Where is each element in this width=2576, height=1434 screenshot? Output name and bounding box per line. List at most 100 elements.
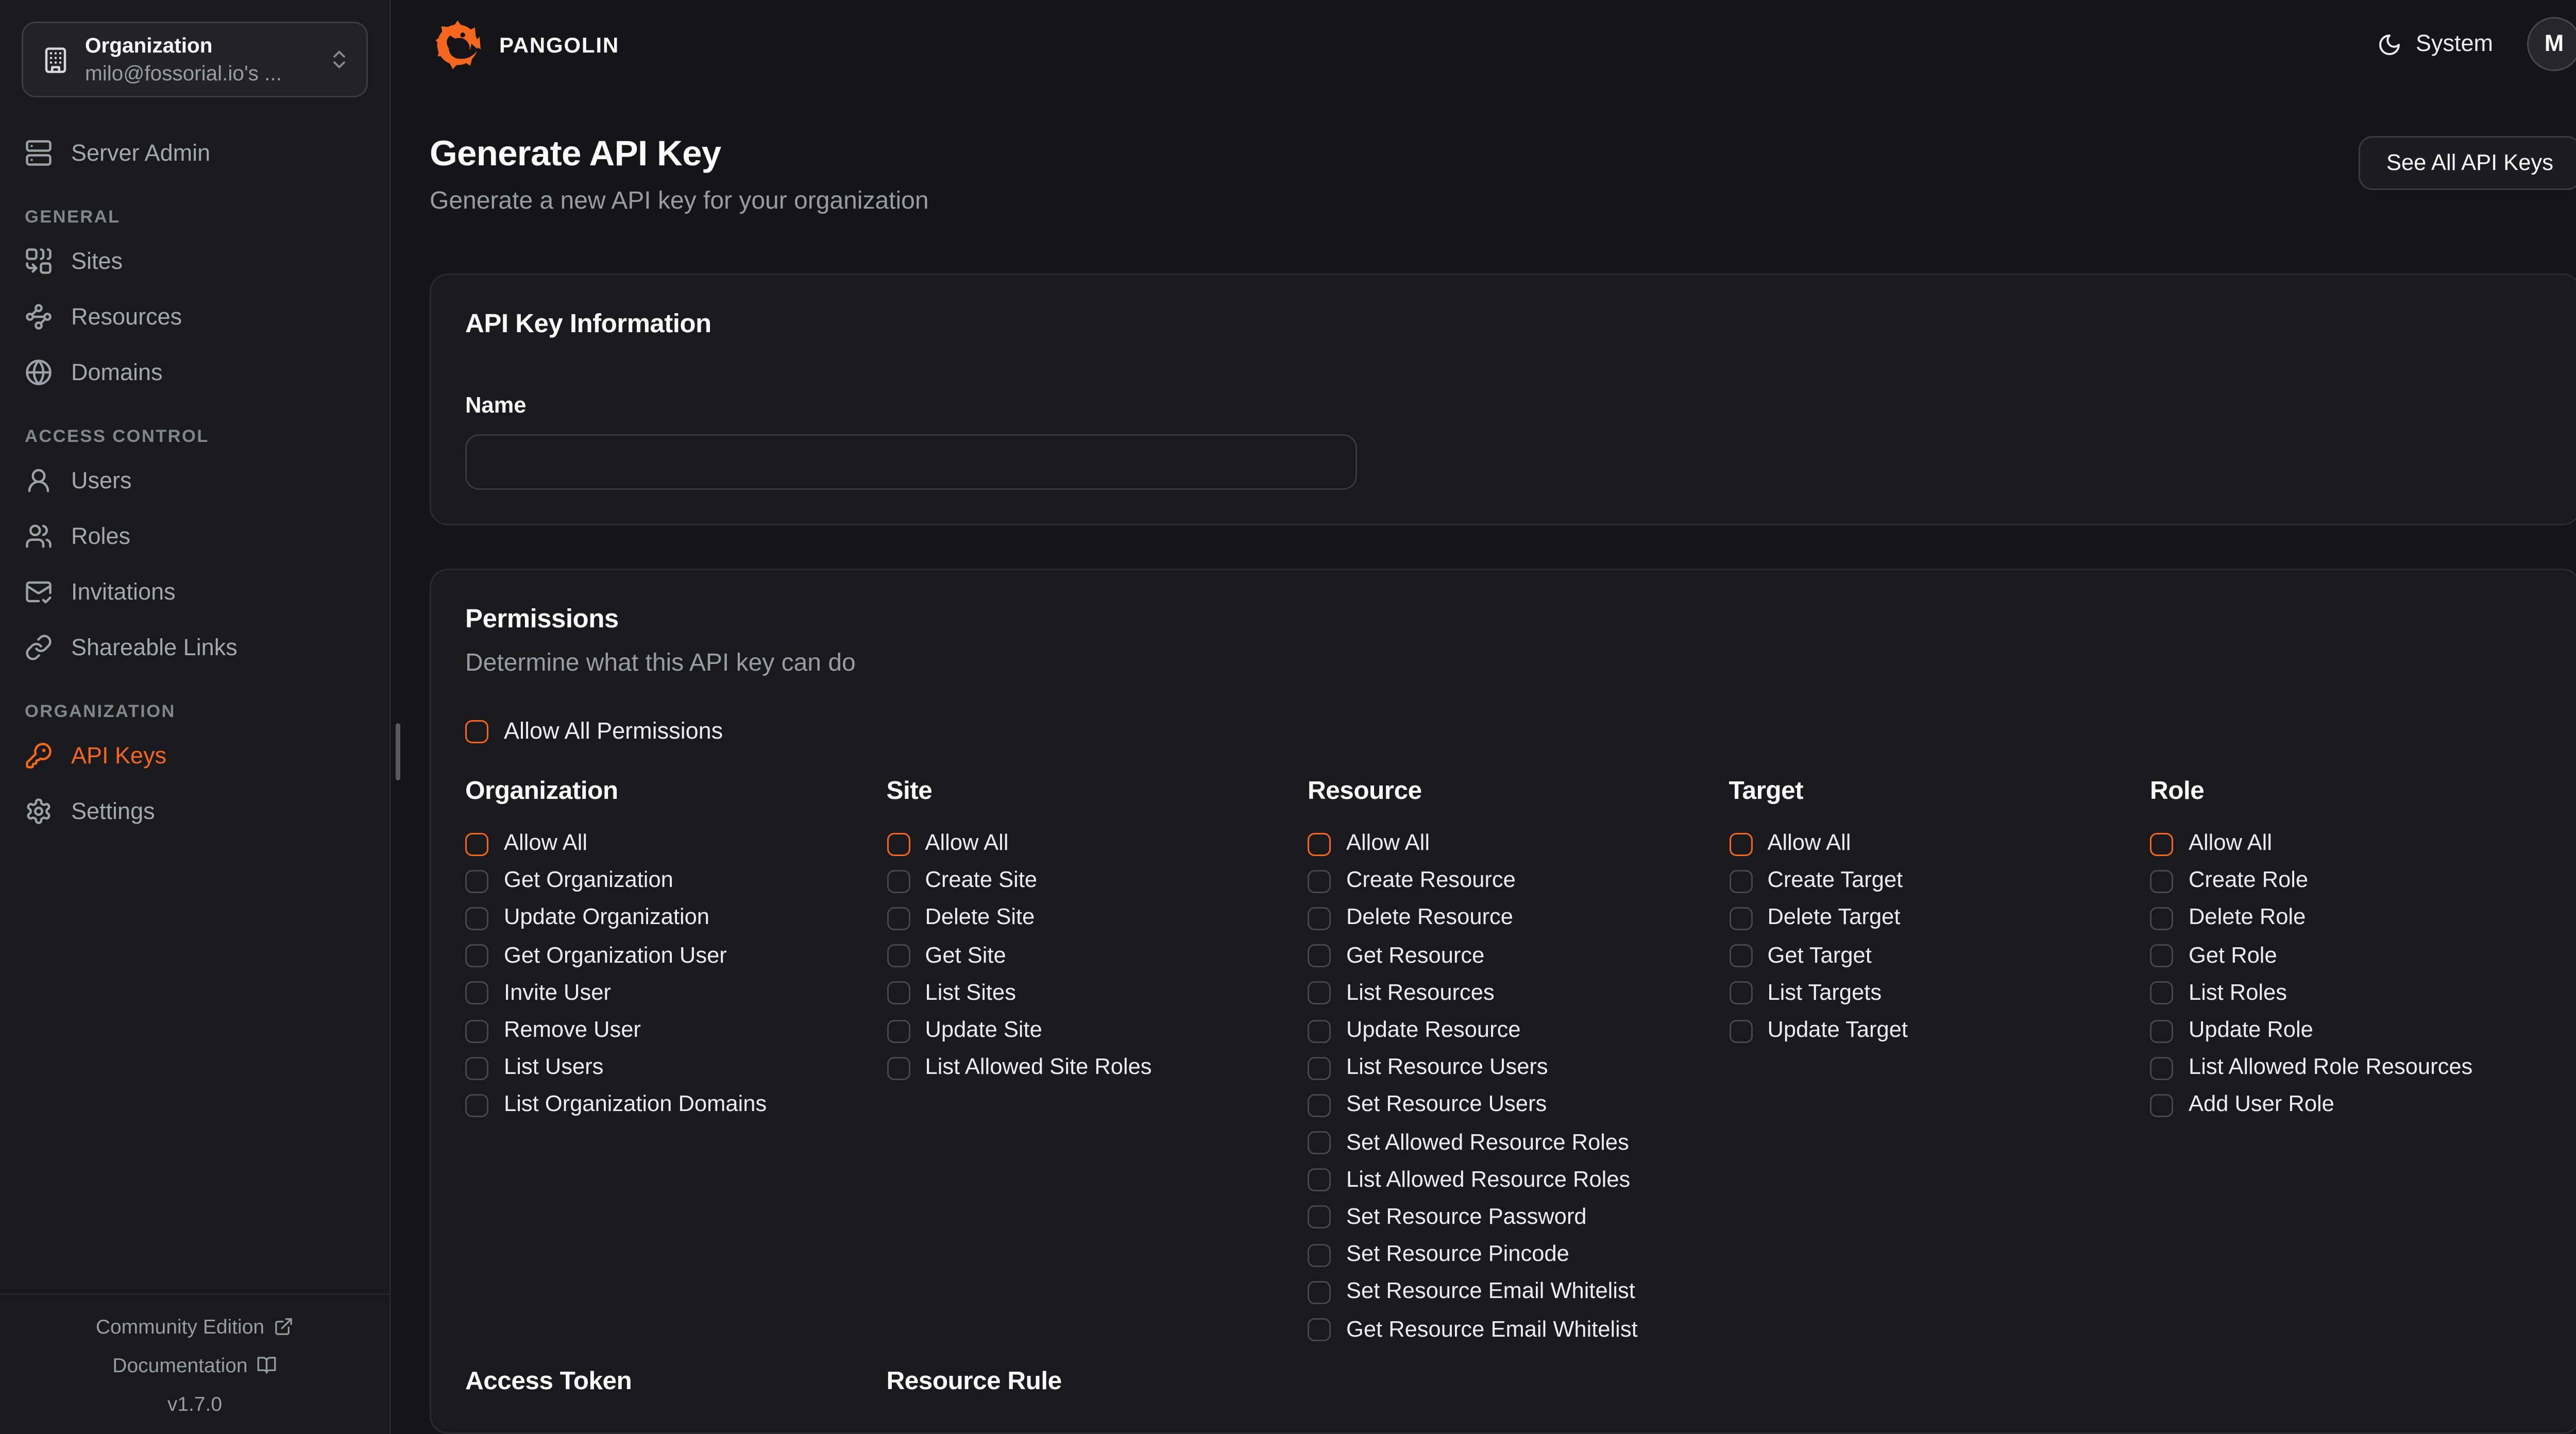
permission-checkbox-role-allow-all[interactable] [2150, 832, 2173, 856]
permission-checkbox-resource-get-resource[interactable] [1308, 944, 1331, 967]
permission-checkbox-organization-get-organization-user[interactable] [465, 944, 488, 967]
permission-checkbox-resource-set-resource-password[interactable] [1308, 1206, 1331, 1229]
permission-label: Invite User [504, 981, 611, 1006]
sidebar-item-sites[interactable]: Sites [15, 233, 374, 289]
permission-column-heading: Organization [465, 777, 887, 807]
sidebar-item-users[interactable]: Users [15, 453, 374, 508]
permission-checkbox-target-delete-target[interactable] [1729, 907, 1752, 930]
sidebar-footer-links: Community Edition Documentation [0, 1315, 389, 1377]
permission-checkbox-role-get-role[interactable] [2150, 944, 2173, 967]
permission-checkbox-resource-get-resource-email-whitelist[interactable] [1308, 1318, 1331, 1341]
permission-checkbox-target-allow-all[interactable] [1729, 832, 1752, 856]
permission-row-resource-create-resource: Create Resource [1308, 863, 1729, 900]
permission-checkbox-organization-list-organization-domains[interactable] [465, 1094, 488, 1117]
permission-checkbox-role-update-role[interactable] [2150, 1019, 2173, 1043]
permission-checkbox-resource-set-resource-email-whitelist[interactable] [1308, 1281, 1331, 1304]
permissions-grid: Organization Allow AllGet Organization Upd… [465, 777, 2546, 1348]
documentation-link[interactable]: Documentation [0, 1354, 389, 1377]
permission-row-organization-list-users: List Users [465, 1049, 887, 1087]
name-input[interactable] [465, 434, 1357, 490]
permission-label: Set Allowed Resource Roles [1346, 1131, 1629, 1155]
permission-checkbox-organization-get-organization[interactable] [465, 869, 488, 893]
permission-checkbox-resource-delete-resource[interactable] [1308, 907, 1331, 930]
permission-checkbox-site-get-site[interactable] [887, 944, 910, 967]
permission-checkbox-role-list-roles[interactable] [2150, 982, 2173, 1005]
permission-checkbox-organization-remove-user[interactable] [465, 1019, 488, 1043]
see-all-api-keys-button[interactable]: See All API Keys [2359, 136, 2576, 190]
sidebar-item-domains[interactable]: Domains [15, 345, 374, 400]
permission-label: Get Target [1768, 944, 1872, 968]
sidebar-item-invitations[interactable]: Invitations [15, 564, 374, 620]
permissions-card-subtitle: Determine what this API key can do [465, 651, 2546, 678]
sidebar-item-shareable-links[interactable]: Shareable Links [15, 620, 374, 675]
permission-label: List Targets [1768, 981, 1882, 1006]
permission-checkbox-target-create-target[interactable] [1729, 869, 1752, 893]
permission-checkbox-resource-list-allowed-resource-roles[interactable] [1308, 1169, 1331, 1192]
sidebar-footer: Community EditionDocumentation v1.7.0 [0, 1293, 389, 1434]
permission-row-resource-set-resource-pincode: Set Resource Pincode [1308, 1236, 1729, 1274]
sidebar-item-server-admin[interactable]: Server Admin [15, 125, 374, 181]
org-selector[interactable]: Organization milo@fossorial.io's ... [22, 22, 368, 97]
permission-row-target-list-targets: List Targets [1729, 975, 2150, 1012]
permission-label: Create Target [1768, 869, 1903, 894]
permission-checkbox-resource-set-resource-users[interactable] [1308, 1094, 1331, 1117]
permissions-card-title: Permissions [465, 604, 2546, 635]
api-key-information-card: API Key Information Name [430, 274, 2576, 525]
pangolin-logo-icon [430, 16, 485, 72]
sidebar-item-resources[interactable]: Resources [15, 289, 374, 345]
permission-checkbox-role-create-role[interactable] [2150, 869, 2173, 893]
permission-label: Create Resource [1346, 869, 1516, 894]
permission-checkbox-site-list-sites[interactable] [887, 982, 910, 1005]
permission-checkbox-role-list-allowed-role-resources[interactable] [2150, 1056, 2173, 1080]
permission-checkbox-organization-invite-user[interactable] [465, 982, 488, 1005]
permission-checkbox-target-get-target[interactable] [1729, 944, 1752, 967]
sidebar-item-label: API Keys [71, 743, 166, 769]
permission-label: Update Site [925, 1018, 1042, 1043]
building-icon [42, 46, 70, 74]
sidebar-item-label: Sites [71, 248, 123, 275]
theme-toggle[interactable]: System [2377, 31, 2493, 57]
user-avatar[interactable]: M [2527, 17, 2576, 71]
permission-checkbox-organization-allow-all[interactable] [465, 832, 488, 856]
permission-row-target-delete-target: Delete Target [1729, 900, 2150, 937]
permission-checkbox-resource-allow-all[interactable] [1308, 832, 1331, 856]
permission-checkbox-role-delete-role[interactable] [2150, 907, 2173, 930]
permission-row-organization-allow-all: Allow All [465, 825, 887, 863]
community-edition-link[interactable]: Community Edition [0, 1315, 389, 1338]
permission-checkbox-site-allow-all[interactable] [887, 832, 910, 856]
permission-checkbox-organization-update-organization[interactable] [465, 907, 488, 930]
permission-checkbox-resource-list-resource-users[interactable] [1308, 1056, 1331, 1080]
permission-checkbox-target-update-target[interactable] [1729, 1019, 1752, 1043]
permission-label: List Resource Users [1346, 1056, 1548, 1081]
permission-checkbox-resource-set-allowed-resource-roles[interactable] [1308, 1131, 1331, 1154]
permission-label: Set Resource Users [1346, 1093, 1547, 1118]
permission-row-organization-update-organization: Update Organization [465, 900, 887, 937]
permission-checkbox-site-delete-site[interactable] [887, 907, 910, 930]
permission-checkbox-resource-update-resource[interactable] [1308, 1019, 1331, 1043]
permission-checkbox-site-list-allowed-site-roles[interactable] [887, 1056, 910, 1080]
permission-checkbox-resource-set-resource-pincode[interactable] [1308, 1243, 1331, 1267]
permission-label: Get Role [2189, 944, 2277, 968]
permission-row-resource-set-resource-users: Set Resource Users [1308, 1087, 1729, 1124]
permission-row-organization-get-organization: Get Organization [465, 863, 887, 900]
permission-row-site-list-sites: List Sites [887, 975, 1308, 1012]
permission-label: Update Organization [504, 906, 709, 931]
sidebar-item-api-keys[interactable]: API Keys [15, 728, 374, 783]
main-content: PANGOLIN System M Generate API Key Gener… [391, 0, 2576, 1434]
permission-row-role-list-allowed-role-resources: List Allowed Role Resources [2150, 1049, 2546, 1087]
permission-checkbox-resource-list-resources[interactable] [1308, 982, 1331, 1005]
permission-checkbox-resource-create-resource[interactable] [1308, 869, 1331, 893]
allow-all-permissions-checkbox[interactable] [465, 720, 488, 743]
sidebar-scrollbar-thumb[interactable] [396, 723, 400, 780]
permission-row-organization-remove-user: Remove User [465, 1012, 887, 1050]
sidebar-item-settings[interactable]: Settings [15, 783, 374, 839]
permission-checkbox-site-create-site[interactable] [887, 869, 910, 893]
theme-toggle-label: System [2416, 31, 2493, 57]
sidebar-item-label: Roles [71, 523, 130, 550]
permission-checkbox-target-list-targets[interactable] [1729, 982, 1752, 1005]
permission-row-organization-invite-user: Invite User [465, 975, 887, 1012]
permission-checkbox-role-add-user-role[interactable] [2150, 1094, 2173, 1117]
sidebar-item-roles[interactable]: Roles [15, 508, 374, 564]
permission-checkbox-site-update-site[interactable] [887, 1019, 910, 1043]
permission-checkbox-organization-list-users[interactable] [465, 1056, 488, 1080]
